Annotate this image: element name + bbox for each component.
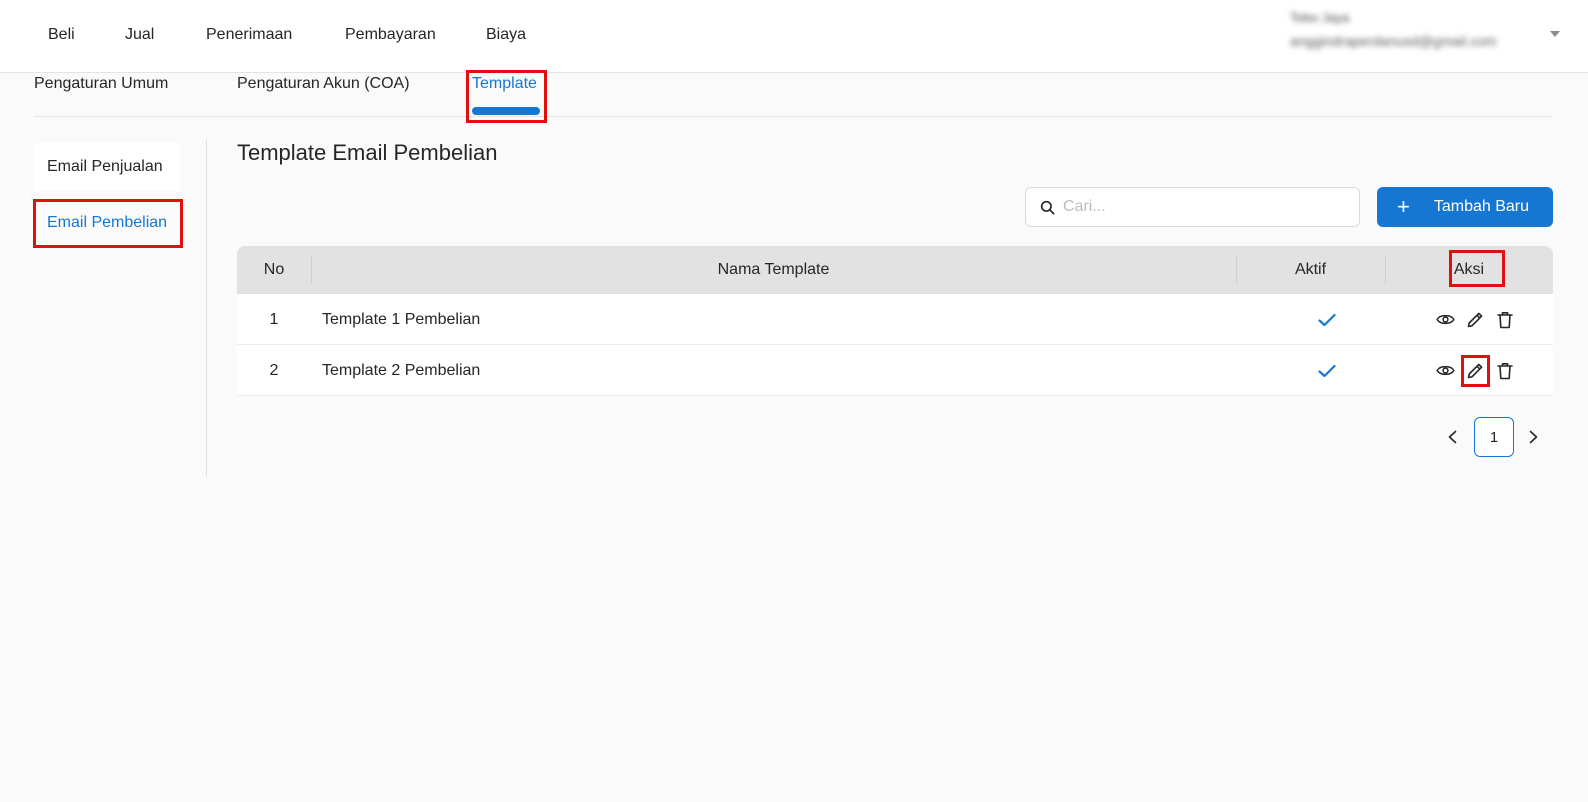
chevron-left-icon[interactable] (1440, 417, 1464, 457)
row-no: 1 (269, 310, 279, 328)
edit-pencil-icon[interactable] (1465, 310, 1485, 330)
trash-icon[interactable] (1495, 310, 1515, 330)
page-title: Template Email Pembelian (237, 140, 498, 165)
edit-pencil-icon[interactable] (1465, 361, 1485, 381)
eye-icon[interactable] (1435, 310, 1455, 330)
row-actions (1430, 345, 1520, 396)
user-menu[interactable]: Tobo Jaya anggindraperdanusd@gmail.com (1290, 10, 1560, 49)
header-nama-template: Nama Template (717, 261, 830, 278)
header-no: No (263, 261, 285, 278)
active-check-icon (1252, 345, 1402, 396)
caret-down-icon[interactable] (1550, 31, 1560, 37)
row-no: 2 (269, 361, 279, 379)
add-new-button[interactable]: + Tambah Baru (1377, 187, 1553, 227)
add-new-label: Tambah Baru (1433, 198, 1530, 215)
user-name: Tobo Jaya (1290, 10, 1350, 25)
chevron-right-icon[interactable] (1521, 417, 1545, 457)
user-email: anggindraperdanusd@gmail.com (1290, 33, 1497, 49)
nav-jual[interactable]: Jual (125, 26, 154, 44)
table-header: No Nama Template Aktif Aksi (237, 246, 1553, 294)
tab-template[interactable]: Template (472, 75, 537, 93)
subnav-email-penjualan[interactable]: Email Penjualan (34, 143, 180, 191)
row-actions (1430, 294, 1520, 345)
header-aksi: Aksi (1453, 261, 1485, 278)
eye-icon[interactable] (1435, 361, 1455, 381)
table-row: 2 Template 2 Pembelian (237, 345, 1553, 396)
tab-pengaturan-umum[interactable]: Pengaturan Umum (34, 75, 168, 93)
search-input[interactable] (1063, 198, 1333, 216)
search-box (1025, 187, 1360, 227)
settings-tabs: Pengaturan Umum Pengaturan Akun (COA) Te… (34, 73, 1552, 117)
nav-beli[interactable]: Beli (48, 26, 75, 44)
header-aktif: Aktif (1294, 261, 1327, 278)
nav-penerimaan[interactable]: Penerimaan (206, 26, 292, 44)
page-number-button[interactable]: 1 (1474, 417, 1514, 457)
nav-pembayaran[interactable]: Pembayaran (345, 26, 436, 44)
template-table: No Nama Template Aktif Aksi 1 Template 1… (237, 246, 1553, 396)
row-template-name: Template 1 Pembelian (322, 310, 481, 328)
divider (206, 140, 207, 476)
active-check-icon (1252, 294, 1402, 345)
tab-pengaturan-akun[interactable]: Pengaturan Akun (COA) (237, 75, 410, 93)
search-icon (1040, 200, 1055, 215)
row-template-name: Template 2 Pembelian (322, 361, 481, 379)
nav-biaya[interactable]: Biaya (486, 26, 526, 44)
top-navbar: Beli Jual Penerimaan Pembayaran Biaya To… (0, 0, 1588, 73)
trash-icon[interactable] (1495, 361, 1515, 381)
subnav-email-pembelian[interactable]: Email Pembelian (34, 199, 180, 247)
table-row: 1 Template 1 Pembelian (237, 294, 1553, 345)
plus-icon: + (1397, 194, 1410, 219)
active-tab-indicator (472, 107, 540, 115)
